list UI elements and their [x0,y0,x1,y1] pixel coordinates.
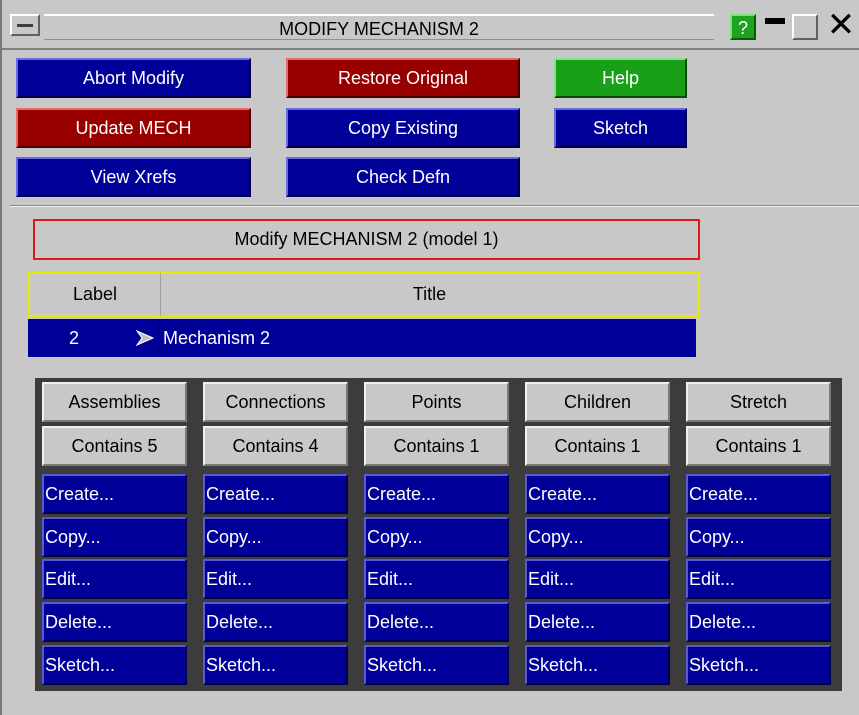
restore-original-button[interactable]: Restore Original [286,58,520,98]
column-header-points[interactable]: Points [364,382,509,422]
copy-button[interactable]: Copy... [42,517,187,557]
delete-button[interactable]: Delete... [42,602,187,642]
edit-button[interactable]: Edit... [203,559,348,599]
column-stretch: Stretch Contains 1 Create... Copy... Edi… [683,382,834,687]
sketch-item-button[interactable]: Sketch... [42,645,187,685]
edit-button[interactable]: Edit... [525,559,670,599]
column-points: Points Contains 1 Create... Copy... Edit… [361,382,512,687]
row-label-cell[interactable]: 2 [28,319,160,357]
modify-mechanism-window: MODIFY MECHANISM 2 ? ✕ Abort Modify Rest… [0,0,859,715]
column-header-stretch[interactable]: Stretch [686,382,831,422]
sketch-button[interactable]: Sketch [554,108,687,148]
window-title: MODIFY MECHANISM 2 [44,14,714,40]
row-title[interactable]: Mechanism 2 [163,319,270,357]
count-points: Contains 1 [364,426,509,466]
edit-button[interactable]: Edit... [686,559,831,599]
column-children: Children Contains 1 Create... Copy... Ed… [522,382,673,687]
edit-button[interactable]: Edit... [364,559,509,599]
copy-button[interactable]: Copy... [525,517,670,557]
page-heading: Modify MECHANISM 2 (model 1) [33,219,700,260]
count-assemblies: Contains 5 [42,426,187,466]
sketch-item-button[interactable]: Sketch... [364,645,509,685]
title-bar[interactable]: MODIFY MECHANISM 2 ? ✕ [2,0,859,50]
sub-entity-grid: Assemblies Contains 5 Create... Copy... … [35,378,842,691]
create-button[interactable]: Create... [525,474,670,514]
label-column-header[interactable]: Label [28,272,161,317]
copy-button[interactable]: Copy... [686,517,831,557]
title-column-header[interactable]: Title [161,272,700,317]
close-icon[interactable]: ✕ [824,8,858,42]
delete-button[interactable]: Delete... [525,602,670,642]
create-button[interactable]: Create... [364,474,509,514]
table-row[interactable]: 2 Mechanism 2 [28,319,696,357]
column-assemblies: Assemblies Contains 5 Create... Copy... … [39,382,190,687]
copy-existing-button[interactable]: Copy Existing [286,108,520,148]
copy-button[interactable]: Copy... [203,517,348,557]
sketch-item-button[interactable]: Sketch... [686,645,831,685]
create-button[interactable]: Create... [42,474,187,514]
column-header-connections[interactable]: Connections [203,382,348,422]
delete-button[interactable]: Delete... [203,602,348,642]
abort-modify-button[interactable]: Abort Modify [16,58,251,98]
edit-button[interactable]: Edit... [42,559,187,599]
window-menu-button[interactable] [10,14,40,36]
delete-button[interactable]: Delete... [686,602,831,642]
copy-button[interactable]: Copy... [364,517,509,557]
sketch-item-button[interactable]: Sketch... [525,645,670,685]
count-children: Contains 1 [525,426,670,466]
maximize-icon[interactable] [792,14,818,40]
minimize-icon[interactable] [762,14,788,40]
sketch-item-button[interactable]: Sketch... [203,645,348,685]
help-icon[interactable]: ? [730,14,756,40]
arrow-right-icon[interactable] [136,330,154,346]
update-mech-button[interactable]: Update MECH [16,108,251,148]
check-defn-button[interactable]: Check Defn [286,157,520,197]
help-button[interactable]: Help [554,58,687,98]
column-connections: Connections Contains 4 Create... Copy...… [200,382,351,687]
count-stretch: Contains 1 [686,426,831,466]
row-label: 2 [69,328,80,348]
view-xrefs-button[interactable]: View Xrefs [16,157,251,197]
column-header-assemblies[interactable]: Assemblies [42,382,187,422]
delete-button[interactable]: Delete... [364,602,509,642]
create-button[interactable]: Create... [686,474,831,514]
count-connections: Contains 4 [203,426,348,466]
column-header-children[interactable]: Children [525,382,670,422]
create-button[interactable]: Create... [203,474,348,514]
divider [10,205,859,207]
